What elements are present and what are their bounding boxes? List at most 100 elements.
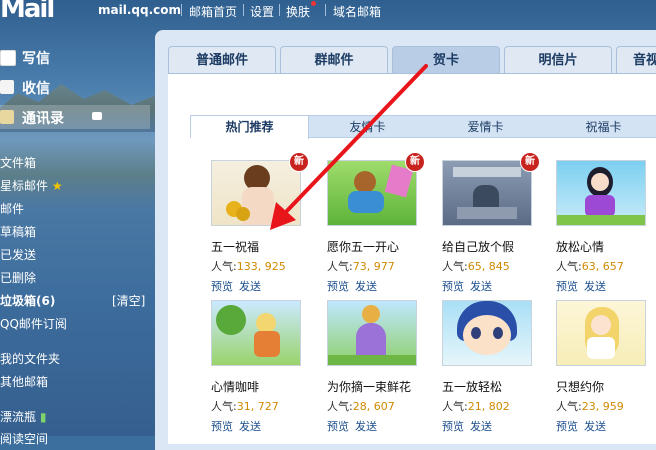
- subtab-love[interactable]: 爱情卡: [427, 116, 544, 138]
- tab-group-mail[interactable]: 群邮件: [280, 46, 388, 73]
- folder-spam[interactable]: 垃圾箱(6): [0, 292, 55, 309]
- preview-link[interactable]: 预览: [327, 280, 349, 293]
- chat-icon: [92, 112, 102, 120]
- preview-link[interactable]: 预览: [556, 420, 578, 433]
- subtab-blessing[interactable]: 祝福卡: [545, 116, 656, 138]
- write-label: 写信: [22, 51, 50, 67]
- inbox-label: 收信: [22, 81, 50, 97]
- folder-my-folders[interactable]: 我的文件夹: [0, 350, 60, 367]
- folder-item[interactable]: 邮件: [0, 200, 24, 217]
- new-badge: 新: [520, 152, 540, 172]
- send-link[interactable]: 发送: [355, 280, 377, 293]
- link-mail-home[interactable]: 邮箱首页: [189, 3, 237, 20]
- preview-link[interactable]: 预览: [556, 280, 578, 293]
- card-actions: 预览 发送: [211, 278, 267, 294]
- folder-sent[interactable]: 已发送: [0, 246, 36, 263]
- card-thumbnail[interactable]: [442, 300, 532, 366]
- divider: [279, 4, 280, 16]
- folder-other-mailboxes[interactable]: 其他邮箱: [0, 373, 48, 390]
- subtab-hot[interactable]: 热门推荐: [191, 116, 309, 139]
- card-item[interactable]: 新 给自己放个假 人气:65, 845 预览 发送: [442, 152, 552, 300]
- tab-greeting-card[interactable]: 贺卡: [392, 46, 500, 73]
- folder-item[interactable]: 文件箱: [0, 154, 36, 171]
- popularity: 人气:28, 607: [327, 400, 395, 413]
- category-tabs: 热门推荐 友情卡 爱情卡 祝福卡: [190, 115, 656, 139]
- link-change-skin[interactable]: 换肤: [286, 3, 310, 20]
- pencil-icon: [0, 50, 16, 66]
- preview-link[interactable]: 预览: [211, 420, 233, 433]
- star-icon: ★: [51, 179, 63, 193]
- card-actions: 预览 发送: [327, 418, 383, 434]
- subtab-friendship[interactable]: 友情卡: [309, 116, 426, 138]
- card-actions: 预览 发送: [327, 278, 383, 294]
- folder-drift-bottle[interactable]: 漂流瓶 ▮: [0, 408, 46, 425]
- send-link[interactable]: 发送: [584, 280, 606, 293]
- divider: [243, 4, 244, 16]
- notification-dot: [311, 1, 316, 6]
- card-title: 放松心情: [556, 240, 605, 254]
- send-link[interactable]: 发送: [239, 280, 261, 293]
- send-link[interactable]: 发送: [470, 280, 492, 293]
- card-thumbnail[interactable]: [211, 300, 301, 366]
- card-title: 五一放轻松: [442, 380, 503, 394]
- card-title: 给自己放个假: [442, 240, 515, 254]
- address-book-icon: [0, 110, 14, 124]
- top-bar: Mail mail.qq.com 邮箱首页 设置 换肤 域名邮箱: [0, 0, 656, 24]
- divider: [181, 4, 182, 16]
- send-link[interactable]: 发送: [355, 420, 377, 433]
- send-link[interactable]: 发送: [239, 420, 261, 433]
- link-settings[interactable]: 设置: [250, 3, 274, 20]
- card-title: 五一祝福: [211, 240, 260, 254]
- domain-text: mail.qq.com: [98, 3, 181, 17]
- envelope-icon: [0, 80, 14, 94]
- send-link[interactable]: 发送: [584, 420, 606, 433]
- folder-drafts[interactable]: 草稿箱: [0, 223, 36, 240]
- card-thumbnail[interactable]: [211, 160, 301, 226]
- card-actions: 预览 发送: [442, 418, 498, 434]
- preview-link[interactable]: 预览: [211, 280, 233, 293]
- card-actions: 预览 发送: [556, 418, 612, 434]
- new-badge: 新: [405, 152, 425, 172]
- card-thumbnail[interactable]: [442, 160, 532, 226]
- popularity: 人气:31, 727: [211, 400, 279, 413]
- contacts-label: 通讯录: [22, 111, 64, 127]
- popularity: 人气:133, 925: [211, 260, 286, 273]
- card-item[interactable]: 新 五一祝福 人气:133, 925 预览 发送: [211, 152, 321, 300]
- card-thumbnail[interactable]: [556, 300, 646, 366]
- folder-deleted[interactable]: 已删除: [0, 269, 36, 286]
- tab-audio-video[interactable]: 音视: [616, 46, 656, 73]
- card-actions: 预览 发送: [556, 278, 612, 294]
- tab-postcard[interactable]: 明信片: [504, 46, 612, 73]
- popularity: 人气:73, 977: [327, 260, 395, 273]
- card-item[interactable]: 新 愿你五一开心 人气:73, 977 预览 发送: [327, 152, 437, 300]
- folder-reading-space[interactable]: 阅读空间: [0, 430, 48, 447]
- logo: Mail: [0, 0, 55, 24]
- send-link[interactable]: 发送: [470, 420, 492, 433]
- popularity: 人气:65, 845: [442, 260, 510, 273]
- card-actions: 预览 发送: [211, 418, 267, 434]
- card-item[interactable]: 为你摘一束鲜花 人气:28, 607 预览 发送: [327, 300, 437, 440]
- card-thumbnail[interactable]: [327, 300, 417, 366]
- clear-spam-link[interactable]: [清空]: [112, 292, 145, 309]
- tab-normal-mail[interactable]: 普通邮件: [168, 46, 276, 73]
- popularity: 人气:63, 657: [556, 260, 624, 273]
- card-item[interactable]: 心情咖啡 人气:31, 727 预览 发送: [211, 300, 321, 440]
- card-title: 愿你五一开心: [327, 240, 400, 254]
- new-badge: 新: [289, 152, 309, 172]
- card-actions: 预览 发送: [442, 278, 498, 294]
- folder-label: 漂流瓶: [0, 410, 37, 424]
- card-thumbnail[interactable]: [327, 160, 417, 226]
- link-domain-mail[interactable]: 域名邮箱: [333, 3, 381, 20]
- preview-link[interactable]: 预览: [442, 280, 464, 293]
- card-title: 为你摘一束鲜花: [327, 380, 412, 394]
- folder-label: 星标邮件: [0, 179, 49, 193]
- preview-link[interactable]: 预览: [327, 420, 349, 433]
- folder-starred[interactable]: 星标邮件 ★: [0, 177, 63, 194]
- card-thumbnail[interactable]: [556, 160, 646, 226]
- preview-link[interactable]: 预览: [442, 420, 464, 433]
- folder-qq-subscription[interactable]: QQ邮件订阅: [0, 315, 67, 332]
- card-item[interactable]: 放松心情 人气:63, 657 预览 发送: [556, 160, 656, 300]
- card-title: 心情咖啡: [211, 380, 260, 394]
- watermark: [500, 368, 650, 412]
- bottle-icon: ▮: [39, 410, 47, 424]
